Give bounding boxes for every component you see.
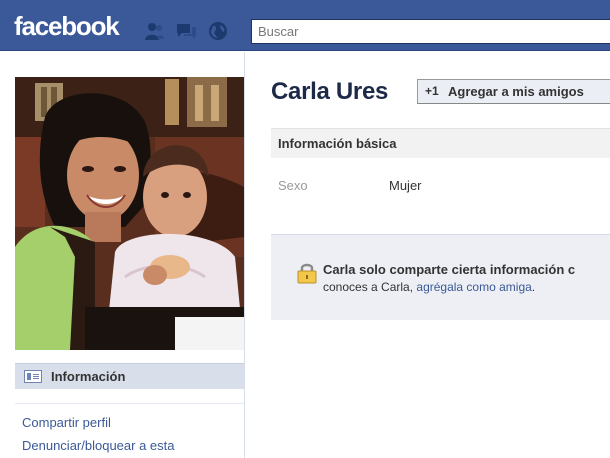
profile-photo[interactable] — [15, 77, 244, 350]
add-friend-icon: +1 — [425, 84, 439, 98]
privacy-notice-suffix: . — [531, 280, 536, 294]
basic-info-title: Información básica — [278, 136, 397, 151]
info-card-icon — [24, 370, 42, 383]
report-block-link[interactable]: Denunciar/bloquear a esta — [22, 438, 175, 453]
lock-icon — [295, 262, 319, 284]
messages-icon[interactable] — [175, 21, 197, 41]
add-friend-label: Agregar a mis amigos — [448, 84, 584, 99]
privacy-notice: Carla solo comparte cierta información c… — [271, 234, 610, 320]
share-profile-link[interactable]: Compartir perfil — [22, 415, 111, 430]
sidebar-separator — [15, 403, 244, 404]
information-tab-label: Información — [51, 369, 126, 384]
column-divider — [244, 52, 245, 458]
basic-info-header: Información básica — [271, 128, 610, 158]
privacy-notice-prefix: conoces a Carla, — [323, 280, 417, 294]
privacy-notice-line2: conoces a Carla, agrégala como amiga. — [323, 280, 535, 294]
profile-name: Carla Ures — [271, 78, 389, 105]
facebook-profile-page: facebook Buscar Información Compartir pe… — [0, 0, 610, 458]
add-as-friend-link[interactable]: agrégala como amiga — [416, 280, 531, 294]
sex-value: Mujer — [389, 178, 422, 193]
top-bar: facebook — [0, 0, 610, 51]
notifications-icon[interactable] — [207, 21, 229, 41]
search-input[interactable] — [251, 19, 610, 44]
information-tab[interactable]: Información — [15, 363, 244, 389]
add-friend-button[interactable]: +1 Agregar a mis amigos — [417, 79, 610, 104]
facebook-logo[interactable]: facebook — [14, 11, 120, 42]
privacy-notice-line1: Carla solo comparte cierta información c — [323, 262, 576, 277]
sex-label: Sexo — [278, 178, 308, 193]
friend-requests-icon[interactable] — [143, 21, 165, 41]
